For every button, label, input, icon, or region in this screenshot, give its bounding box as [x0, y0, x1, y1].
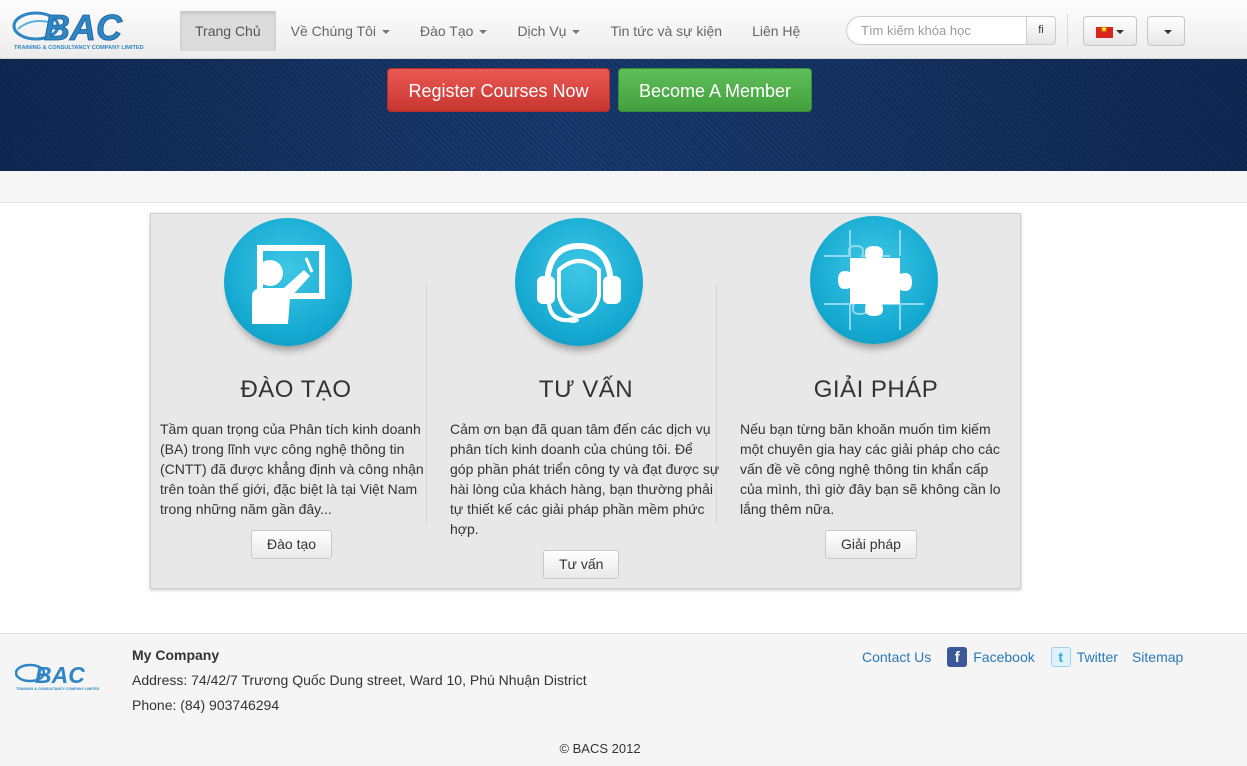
facebook-icon[interactable]: f — [947, 647, 968, 667]
nav-dich-vu[interactable]: Dịch Vụ — [502, 11, 595, 51]
copyright: © BACS 2012 — [559, 741, 641, 756]
search-input[interactable] — [846, 16, 1027, 45]
feature-description: Cảm ơn bạn đã quan tâm đến các dịch vụ p… — [450, 421, 720, 537]
headset-icon — [515, 218, 643, 346]
features-panel: ĐÀO TẠO Tầm quan trọng của Phân tích kin… — [150, 213, 1021, 589]
feature-giai-phap: GIẢI PHÁP Nếu bạn từng băn khoăn muốn tì… — [731, 214, 1021, 588]
feature-tu-van: TƯ VẤN Cảm ơn bạn đã quan tâm đến các dị… — [441, 214, 731, 588]
nav-dao-tao[interactable]: Đào Tạo — [405, 11, 502, 51]
register-courses-button[interactable]: Register Courses Now — [387, 68, 610, 112]
nav-tin-tuc[interactable]: Tin tức và sự kiện — [595, 11, 737, 51]
footer-links: Contact Us f Facebook t Twitter Sitemap — [862, 647, 1183, 667]
footer: BAC TRAINING & CONSULTANCY COMPANY LIMIT… — [0, 633, 1247, 766]
svg-text:TRAINING & CONSULTANCY COMPANY: TRAINING & CONSULTANCY COMPANY LIMITED — [14, 45, 144, 51]
feature-description: Tầm quan trọng của Phân tích kinh doanh … — [160, 421, 424, 517]
user-dropdown[interactable] — [1147, 16, 1185, 46]
caret-down-icon — [479, 30, 488, 35]
nav-label: Trang Chủ — [195, 23, 261, 39]
nav-label: Về Chúng Tôi — [290, 23, 376, 39]
svg-text:BAC: BAC — [44, 9, 123, 48]
nav-lien-he[interactable]: Liên Hệ — [737, 11, 815, 51]
footer-bac-logo[interactable]: BAC TRAINING & CONSULTANCY COMPANY LIMIT… — [15, 661, 110, 691]
svg-text:TRAINING & CONSULTANCY COMPANY: TRAINING & CONSULTANCY COMPANY LIMITED — [16, 687, 100, 691]
company-phone: Phone: (84) 903746294 — [132, 697, 280, 713]
search-icon: fi — [1038, 24, 1044, 36]
top-navbar: BAC TRAINING & CONSULTANCY COMPANY LIMIT… — [0, 0, 1247, 59]
hero-banner: Register Courses Now Become A Member — [0, 59, 1247, 171]
nav-label: Dịch Vụ — [517, 23, 567, 39]
nav-label: Liên Hệ — [752, 23, 801, 39]
twitter-icon[interactable]: t — [1050, 647, 1071, 667]
feature-title: GIẢI PHÁP — [813, 376, 939, 403]
main-nav: Trang Chủ Về Chúng Tôi Đào Tạo Dịch Vụ T… — [180, 11, 815, 51]
become-member-button[interactable]: Become A Member — [618, 68, 812, 112]
search-button[interactable]: fi — [1026, 16, 1056, 45]
sitemap-link[interactable]: Sitemap — [1132, 649, 1183, 665]
puzzle-icon — [810, 216, 938, 344]
feature-description: Nếu bạn từng băn khoăn muốn tìm kiếm một… — [740, 421, 1001, 517]
feature-title: TƯ VẤN — [538, 376, 634, 403]
feature-dao-tao: ĐÀO TẠO Tầm quan trọng của Phân tích kin… — [151, 214, 441, 588]
caret-down-icon — [381, 30, 390, 35]
svg-text:BAC: BAC — [35, 662, 85, 688]
nav-label: Tin tức và sự kiện — [610, 23, 723, 39]
content-strip — [0, 171, 1247, 203]
contact-us-link[interactable]: Contact Us — [862, 649, 931, 665]
dao-tao-button[interactable]: Đào tạo — [251, 530, 333, 559]
nav-label: Đào Tạo — [419, 23, 474, 39]
nav-trang-chu[interactable]: Trang Chủ — [180, 11, 276, 51]
giai-phap-button[interactable]: Giải pháp — [825, 530, 917, 559]
bac-logo[interactable]: BAC TRAINING & CONSULTANCY COMPANY LIMIT… — [12, 9, 167, 51]
feature-title: ĐÀO TẠO — [240, 376, 352, 403]
twitter-link[interactable]: Twitter — [1077, 649, 1118, 665]
tu-van-button[interactable]: Tư vấn — [543, 550, 620, 579]
facebook-link[interactable]: Facebook — [973, 649, 1034, 665]
teacher-board-icon — [224, 218, 352, 346]
language-dropdown[interactable] — [1083, 16, 1137, 46]
company-address: Address: 74/42/7 Trương Quốc Dung street… — [132, 672, 587, 688]
vn-flag-icon — [1096, 24, 1113, 38]
nav-ve-chung-toi[interactable]: Về Chúng Tôi — [276, 11, 405, 51]
company-name: My Company — [132, 647, 220, 663]
caret-down-icon — [1116, 30, 1124, 34]
nav-divider — [1067, 14, 1068, 46]
caret-down-icon — [1164, 30, 1172, 34]
search-form: fi — [846, 16, 1056, 45]
caret-down-icon — [572, 30, 581, 35]
